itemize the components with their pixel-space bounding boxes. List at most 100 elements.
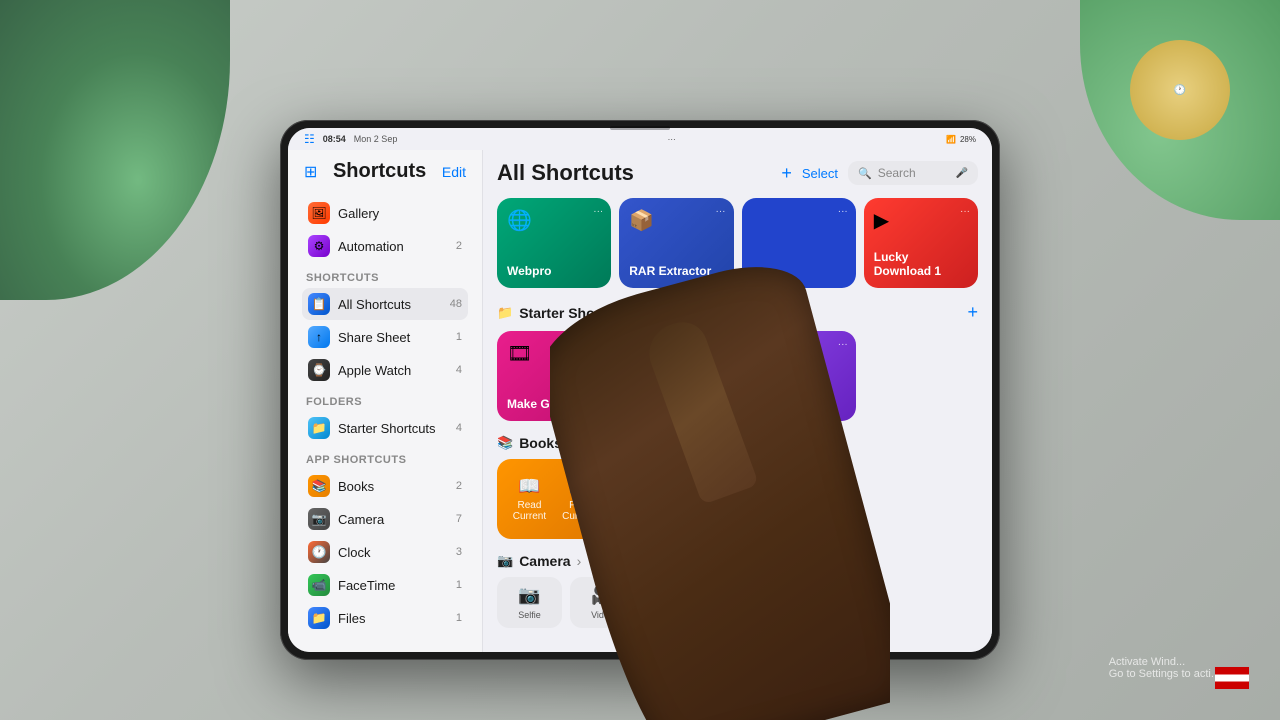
main-content: All Shortcuts + Select 🔍 Search 🎤 [483,150,992,652]
automation-icon: ⚙ [308,235,330,257]
sidebar-item-clock[interactable]: 🕐 Clock 3 [302,536,468,568]
shortcut-card-webpro[interactable]: ··· 🌐 Webpro [497,198,611,288]
camera-item-selfie[interactable]: 📷 Selfie [497,577,562,628]
shortcut-card-rar[interactable]: ··· 📦 RAR Extractor [619,198,733,288]
shazam-label: Shazam shortcut [629,383,723,411]
card-menu-makegif[interactable]: ··· [593,339,603,350]
books-play-current: 🎧 PlayCurrent [562,476,595,522]
camera-label: Camera [338,512,438,527]
sidebar-item-facetime[interactable]: 📹 FaceTime 1 [302,569,468,601]
read-icon: 📖 [518,476,540,497]
makegif-icon: 🎞 [507,341,601,366]
camera-item-slomo[interactable]: ✳ Slo-Mo [798,577,863,628]
slomo-icon: ✳ [823,585,838,606]
sidebar-title: Shortcuts [333,160,426,183]
shazam-icon: ✦ [629,341,723,366]
selfie-label: Selfie [518,610,541,620]
header-actions: + Select 🔍 Search 🎤 [781,161,978,185]
shortcuts-cards-grid: ··· 🌐 Webpro ··· 📦 RAR Extractor ··· [497,198,978,288]
microphone-icon[interactable]: 🎤 [956,168,968,179]
camera-item-photo[interactable]: 📷 Photo [725,577,790,628]
camera-badge: 7 [446,513,462,525]
wifi-icon: 📶 [946,135,956,144]
music-icon: ≡ [752,341,846,364]
app-shortcuts-section-label: App Shortcuts [306,454,468,466]
main-header: All Shortcuts + Select 🔍 Search 🎤 [497,160,978,186]
share-sheet-label: Share Sheet [338,330,438,345]
books-label: Books [338,479,438,494]
shortcut-card-shazam[interactable]: ··· ✦ Shazam shortcut [619,331,733,421]
photo-icon: 📷 [746,585,768,606]
camera-item-portrait[interactable]: ƒ Portrait Selfie [643,577,717,628]
select-button[interactable]: Select [802,166,838,181]
books-section-title: Books [519,435,562,451]
files-badge: 1 [446,612,462,624]
camera-arrow[interactable]: › [577,553,582,569]
sidebar-item-gallery[interactable]: 🖼 Gallery [302,197,468,229]
shortcut-card-music[interactable]: ··· ≡ Mus... [742,331,856,421]
add-button[interactable]: + [781,163,792,184]
clock-label: Clock [338,545,438,560]
apple-watch-icon: ⌚ [308,359,330,381]
page-title: All Shortcuts [497,160,634,186]
clock-decoration: 🕐 [1130,40,1230,140]
card-menu-music[interactable]: ··· [838,339,848,350]
sidebar-item-books[interactable]: 📚 Books 2 [302,470,468,502]
sidebar-item-automation[interactable]: ⚙ Automation 2 [302,230,468,262]
camera-section: 📷 Camera › 📷 Selfie 🎥 Video [497,553,978,628]
books-section: 📚 Books › 📖 ReadCurrent [497,435,978,539]
sidebar-toggle-icon[interactable]: ☷ [304,132,315,146]
sidebar-item-apple-watch[interactable]: ⌚ Apple Watch 4 [302,354,468,386]
sidebar-item-files[interactable]: 📁 Files 1 [302,602,468,634]
camera-section-header: 📷 Camera › [497,553,978,569]
slomo-label: Slo-Mo [816,610,845,620]
sidebar-item-share-sheet[interactable]: ↑ Share Sheet 1 [302,321,468,353]
status-time: 08:54 [323,134,346,144]
sidebar-panel-icon[interactable]: ⊞ [304,162,317,182]
search-bar[interactable]: 🔍 Search 🎤 [848,161,978,185]
starter-section-title: Starter Shortcuts [519,305,633,321]
card-menu-blue[interactable]: ··· [838,206,848,217]
sidebar-item-starter-shortcuts[interactable]: 📁 Starter Shortcuts 4 [302,412,468,444]
shortcut-card-lucky[interactable]: ··· ▶ Lucky Download 1 [864,198,978,288]
starter-add-button[interactable]: + [967,302,978,323]
books-icon: 📚 [308,475,330,497]
books-badge: 2 [446,480,462,492]
books-read-current: 📖 ReadCurrent [513,476,546,522]
sidebar-edit-button[interactable]: Edit [442,164,466,180]
books-section-icon: 📚 [497,435,513,451]
sidebar-item-gallery-label: Gallery [338,206,462,221]
app-container: ⊞ Shortcuts Edit 🖼 Gallery ⚙ Automation … [288,150,992,652]
lucky-label: Lucky Download 1 [874,250,968,278]
card-menu-lucky[interactable]: ··· [960,206,970,217]
rar-icon: 📦 [629,208,723,233]
sidebar-item-all-shortcuts[interactable]: 📋 All Shortcuts 48 [302,288,468,320]
portrait-label: Portrait Selfie [653,610,707,620]
video-icon: 🎥 [591,585,613,606]
files-icon: 📁 [308,607,330,629]
status-bar: ☷ 08:54 Mon 2 Sep ··· 📶 28% [288,128,992,150]
portrait-icon: ƒ [675,585,685,606]
sidebar: ⊞ Shortcuts Edit 🖼 Gallery ⚙ Automation … [288,150,483,652]
books-arrow[interactable]: › [568,435,573,451]
camera-section-title: Camera [519,553,570,569]
starter-folder-icon: 📁 [497,305,513,321]
rar-label: RAR Extractor [629,264,723,278]
facetime-label: FaceTime [338,578,438,593]
photo-label: Photo [746,610,770,620]
sidebar-item-camera[interactable]: 📷 Camera 7 [302,503,468,535]
card-menu-webpro[interactable]: ··· [593,206,603,217]
read-label: ReadCurrent [513,500,546,522]
shortcut-card-blue[interactable]: ··· [742,198,856,288]
books-card[interactable]: 📖 ReadCurrent 🎧 PlayCurrent [497,459,611,539]
files-label: Files [338,611,438,626]
play-label: PlayCurrent [562,500,595,522]
automation-badge: 2 [446,240,462,252]
card-menu-shazam[interactable]: ··· [716,339,726,350]
camera-item-video[interactable]: 🎥 Video [570,577,635,628]
card-menu-rar[interactable]: ··· [716,206,726,217]
starter-shortcuts-label: Starter Shortcuts [338,421,438,436]
webpro-icon: 🌐 [507,208,601,233]
all-shortcuts-icon: 📋 [308,293,330,315]
shortcut-card-makegif[interactable]: ··· 🎞 Make GIF [497,331,611,421]
